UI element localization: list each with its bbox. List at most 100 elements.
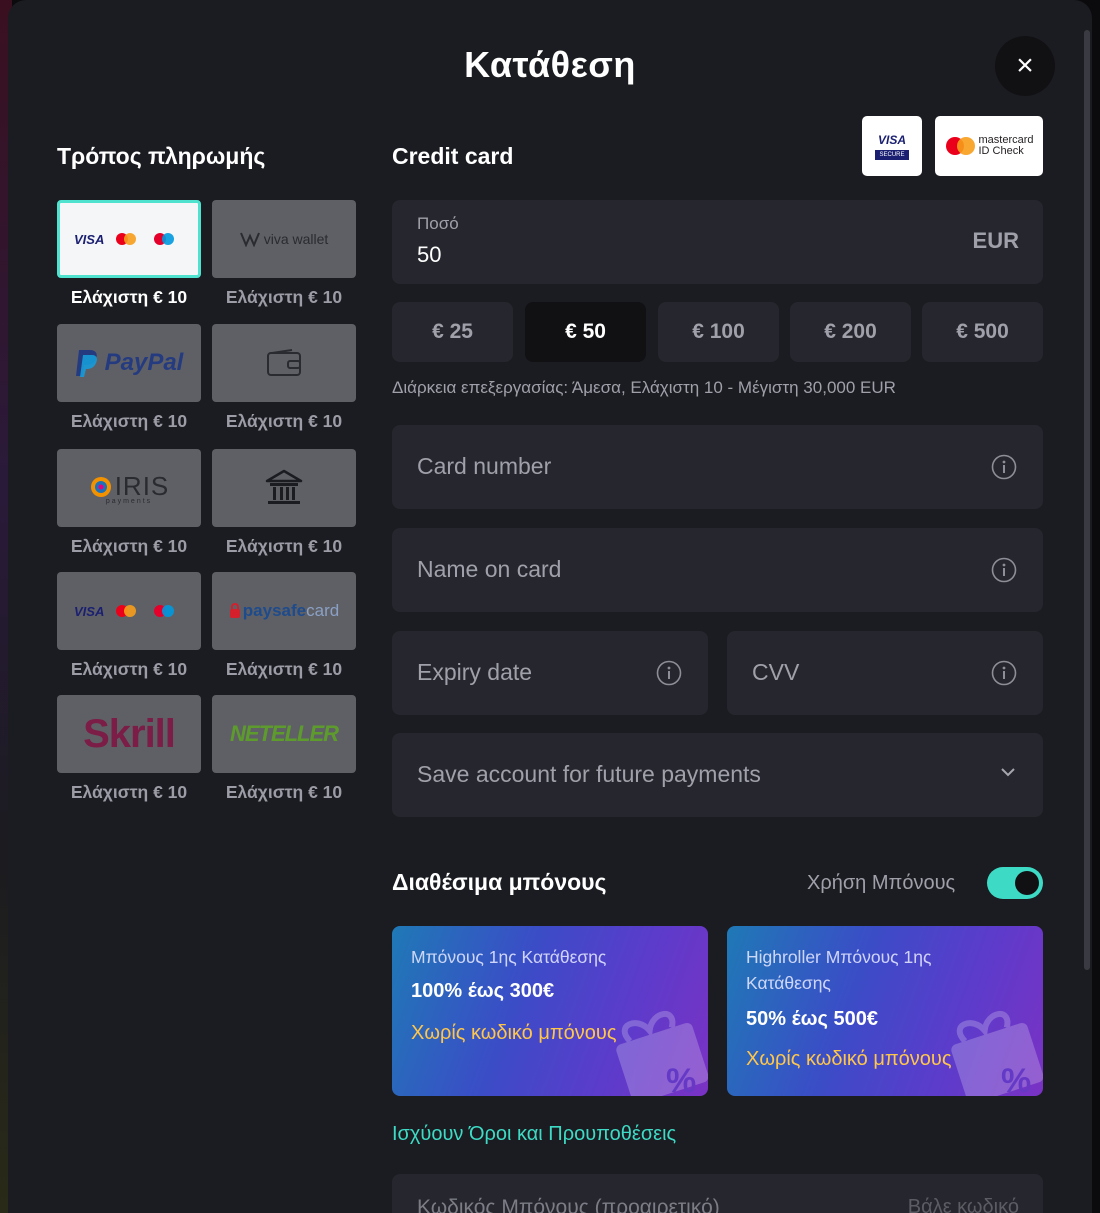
- payment-method-tile[interactable]: viva wallet: [212, 200, 356, 278]
- quick-amount-200-button[interactable]: € 200: [790, 302, 911, 362]
- promo-code-placeholder: Κωδικός Μπόνους (προαιρετικό): [417, 1196, 720, 1213]
- svg-text:VISA: VISA: [74, 604, 104, 619]
- name-on-card-placeholder: Name on card: [417, 556, 562, 582]
- modal-title: Κατάθεση: [464, 44, 636, 85]
- bonus-title: Μπόνους 1ης Κατάθεσης: [411, 947, 607, 967]
- payment-method-neteller[interactable]: NETELLER Ελάχιστη € 10: [212, 695, 356, 803]
- payment-method-cards[interactable]: VISA Ελάχιστη € 10: [57, 200, 201, 308]
- iris-icon: [90, 476, 111, 497]
- info-icon[interactable]: [656, 660, 682, 686]
- method-min-label: Ελάχιστη € 10: [225, 411, 343, 431]
- info-icon[interactable]: [991, 454, 1017, 480]
- gift-icon: %: [616, 1010, 708, 1096]
- method-min-label: Ελάχιστη € 10: [70, 782, 188, 802]
- visa-secure-badge: VISA SECURE: [862, 116, 922, 176]
- skrill-logo-text: Skrill: [83, 711, 176, 756]
- id-check-text: ID Check: [978, 145, 1024, 157]
- card-number-field[interactable]: Card number: [392, 425, 1043, 509]
- paypal-logo-text: PayPal: [104, 349, 184, 376]
- modal-scrollbar[interactable]: [1084, 30, 1090, 970]
- info-icon[interactable]: [991, 660, 1017, 686]
- save-account-label: Save account for future payments: [417, 761, 761, 787]
- payment-method-cards-2[interactable]: VISA Ελάχιστη € 10: [57, 572, 201, 680]
- method-min-label: Ελάχιστη € 10: [225, 287, 343, 307]
- cvv-placeholder: CVV: [752, 659, 800, 685]
- amount-value[interactable]: 50: [417, 242, 441, 268]
- save-account-dropdown[interactable]: Save account for future payments: [392, 733, 1043, 817]
- amount-currency: EUR: [972, 228, 1019, 253]
- paysafecard-logo-text: paysafe: [242, 601, 307, 620]
- amount-field[interactable]: Ποσό 50 EUR: [392, 200, 1043, 284]
- neteller-logo-text: NETELLER: [229, 721, 339, 746]
- card-number-placeholder: Card number: [417, 453, 552, 479]
- promo-code-field[interactable]: Κωδικός Μπόνους (προαιρετικό) Βάλε κωδικ…: [392, 1174, 1043, 1213]
- payment-method-tile[interactable]: PayPal: [57, 324, 201, 402]
- visa-mastercard-maestro-icon: VISA: [74, 604, 174, 619]
- quick-amount-500-button[interactable]: € 500: [922, 302, 1043, 362]
- payment-method-tile[interactable]: VISA: [57, 200, 201, 278]
- visa-mastercard-maestro-icon: VISA: [74, 232, 174, 247]
- viva-wallet-logo-text: viva wallet: [263, 231, 329, 247]
- terms-link[interactable]: Ισχύουν Όροι και Προυποθέσεις: [392, 1123, 676, 1146]
- svg-text:%: %: [666, 1062, 696, 1096]
- promo-code-add-button[interactable]: Βάλε κωδικό: [908, 1196, 1019, 1213]
- quick-amount-100-button[interactable]: € 100: [658, 302, 779, 362]
- chevron-down-icon: [1001, 768, 1015, 777]
- processing-info-text: Διάρκεια επεξεργασίας: Άμεσα, Ελάχιστη 1…: [392, 378, 896, 397]
- method-min-label: Ελάχιστη € 10: [225, 659, 343, 679]
- method-min-label: Ελάχιστη € 10: [70, 287, 188, 307]
- bonus-card-first-deposit[interactable]: % Μπόνους 1ης Κατάθεσης 100% έως 300€ Χω…: [392, 926, 708, 1096]
- bonus-code-text: Χωρίς κωδικό μπόνους: [746, 1048, 952, 1070]
- info-icon[interactable]: [991, 557, 1017, 583]
- method-min-label: Ελάχιστη € 10: [70, 659, 188, 679]
- bank-icon: [265, 469, 303, 504]
- payment-method-paypal[interactable]: PayPal Ελάχιστη € 10: [57, 324, 201, 432]
- payment-method-iris[interactable]: IRIS payments Ελάχιστη € 10: [57, 449, 201, 557]
- bonus-card-highroller[interactable]: % Highroller Μπόνους 1ης Κατάθεσης 50% έ…: [727, 926, 1043, 1096]
- payment-method-tile[interactable]: paysafe card: [212, 572, 356, 650]
- close-icon: ×: [1016, 49, 1034, 82]
- bonus-offer: 50% έως 500€: [746, 1008, 878, 1030]
- paysafecard-lock-icon: [229, 603, 240, 618]
- credit-card-heading: Credit card: [392, 143, 514, 169]
- visa-secure-subtext: SECURE: [875, 149, 909, 160]
- method-min-label: Ελάχιστη € 10: [70, 411, 188, 431]
- payment-method-viva-wallet[interactable]: viva wallet Ελάχιστη € 10: [212, 200, 356, 308]
- payment-method-tile[interactable]: [212, 449, 356, 527]
- payment-method-skrill[interactable]: Skrill Ελάχιστη € 10: [57, 695, 201, 803]
- method-min-label: Ελάχιστη € 10: [225, 782, 343, 802]
- close-button[interactable]: ×: [995, 36, 1055, 96]
- payment-method-paysafecard[interactable]: paysafe card Ελάχιστη € 10: [212, 572, 356, 680]
- payment-method-tile[interactable]: NETELLER: [212, 695, 356, 773]
- bonus-code-text: Χωρίς κωδικό μπόνους: [411, 1022, 617, 1044]
- iris-logo-subtext: payments: [105, 498, 153, 505]
- use-bonus-toggle[interactable]: [987, 867, 1043, 899]
- name-on-card-field[interactable]: Name on card: [392, 528, 1043, 612]
- svg-text:%: %: [1001, 1062, 1031, 1096]
- quick-amount-50-button[interactable]: € 50: [525, 302, 646, 362]
- mastercard-icon: [946, 137, 976, 155]
- expiry-date-field[interactable]: Expiry date: [392, 631, 708, 715]
- use-bonus-label: Χρήση Μπόνους: [807, 872, 956, 894]
- quick-amount-25-button[interactable]: € 25: [392, 302, 513, 362]
- viva-wallet-icon: [239, 232, 260, 247]
- payment-method-tile[interactable]: VISA: [57, 572, 201, 650]
- payment-method-wallet[interactable]: Ελάχιστη € 10: [212, 324, 356, 432]
- paypal-icon: [75, 350, 97, 377]
- bonuses-heading: Διαθέσιμα μπόνους: [392, 869, 607, 895]
- expiry-date-placeholder: Expiry date: [417, 659, 533, 685]
- payment-method-bank[interactable]: Ελάχιστη € 10: [212, 449, 356, 557]
- payment-method-tile[interactable]: Skrill: [57, 695, 201, 773]
- payment-methods-heading: Τρόπος πληρωμής: [57, 143, 266, 169]
- svg-text:VISA: VISA: [74, 232, 104, 247]
- payment-method-tile[interactable]: IRIS payments: [57, 449, 201, 527]
- bonus-title: Highroller Μπόνους 1ης Κατάθεσης: [746, 947, 932, 993]
- method-min-label: Ελάχιστη € 10: [70, 536, 188, 556]
- payment-method-tile[interactable]: [212, 324, 356, 402]
- cvv-field[interactable]: CVV: [727, 631, 1043, 715]
- bonus-offer: 100% έως 300€: [411, 980, 555, 1002]
- gift-icon: %: [951, 1010, 1043, 1096]
- toggle-knob: [1015, 871, 1039, 895]
- method-min-label: Ελάχιστη € 10: [225, 536, 343, 556]
- wallet-icon: [267, 349, 301, 376]
